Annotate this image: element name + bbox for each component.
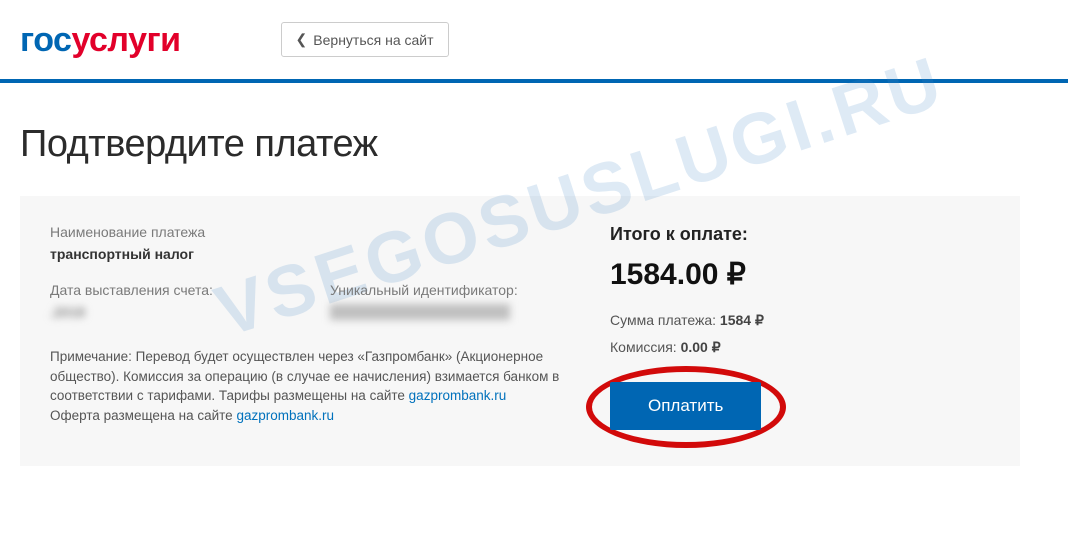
logo-part-1: гос — [20, 21, 71, 59]
page-title: Подтвердите платеж — [20, 123, 1020, 166]
logo: госуслуги — [20, 23, 181, 57]
total-label: Итого к оплате: — [610, 224, 990, 245]
back-to-site-button[interactable]: ❮ Вернуться на сайт — [281, 22, 449, 57]
payment-sum-label: Сумма платежа: — [610, 312, 720, 328]
total-amount: 1584.00 ₽ — [610, 257, 990, 292]
pay-button-wrap: Оплатить — [610, 382, 761, 430]
payment-sum-value: 1584 ₽ — [720, 312, 764, 328]
payment-name-label: Наименование платежа — [50, 224, 570, 240]
commission-value: 0.00 ₽ — [681, 339, 721, 355]
uid-label: Уникальный идентификатор: — [330, 282, 570, 298]
payment-note: Примечание: Перевод будет осуществлен че… — [50, 347, 570, 425]
invoice-date-label: Дата выставления счета: — [50, 282, 290, 298]
uid-masked — [330, 304, 510, 320]
header: госуслуги ❮ Вернуться на сайт — [0, 0, 1068, 83]
pay-button[interactable]: Оплатить — [610, 382, 761, 430]
logo-part-2: услуги — [71, 21, 180, 59]
chevron-left-icon: ❮ — [296, 31, 308, 48]
uid-value — [330, 304, 570, 323]
tariffs-link[interactable]: gazprombank.ru — [409, 388, 507, 403]
invoice-date-value: .2018 — [50, 304, 290, 320]
note-text-2: Оферта размещена на сайте — [50, 408, 236, 423]
commission-line: Комиссия: 0.00 ₽ — [610, 339, 990, 356]
commission-label: Комиссия: — [610, 339, 681, 355]
back-to-site-label: Вернуться на сайт — [313, 32, 433, 48]
payment-details-column: Наименование платежа транспортный налог … — [50, 224, 570, 436]
payment-summary-column: Итого к оплате: 1584.00 ₽ Сумма платежа:… — [610, 224, 990, 436]
offer-link[interactable]: gazprombank.ru — [236, 408, 334, 423]
payment-name-value: транспортный налог — [50, 246, 570, 262]
invoice-date-masked: .2018 — [50, 304, 85, 320]
payment-panel: VSEGOSUSLUGI.RU Наименование платежа тра… — [20, 196, 1020, 466]
payment-sum-line: Сумма платежа: 1584 ₽ — [610, 312, 990, 329]
